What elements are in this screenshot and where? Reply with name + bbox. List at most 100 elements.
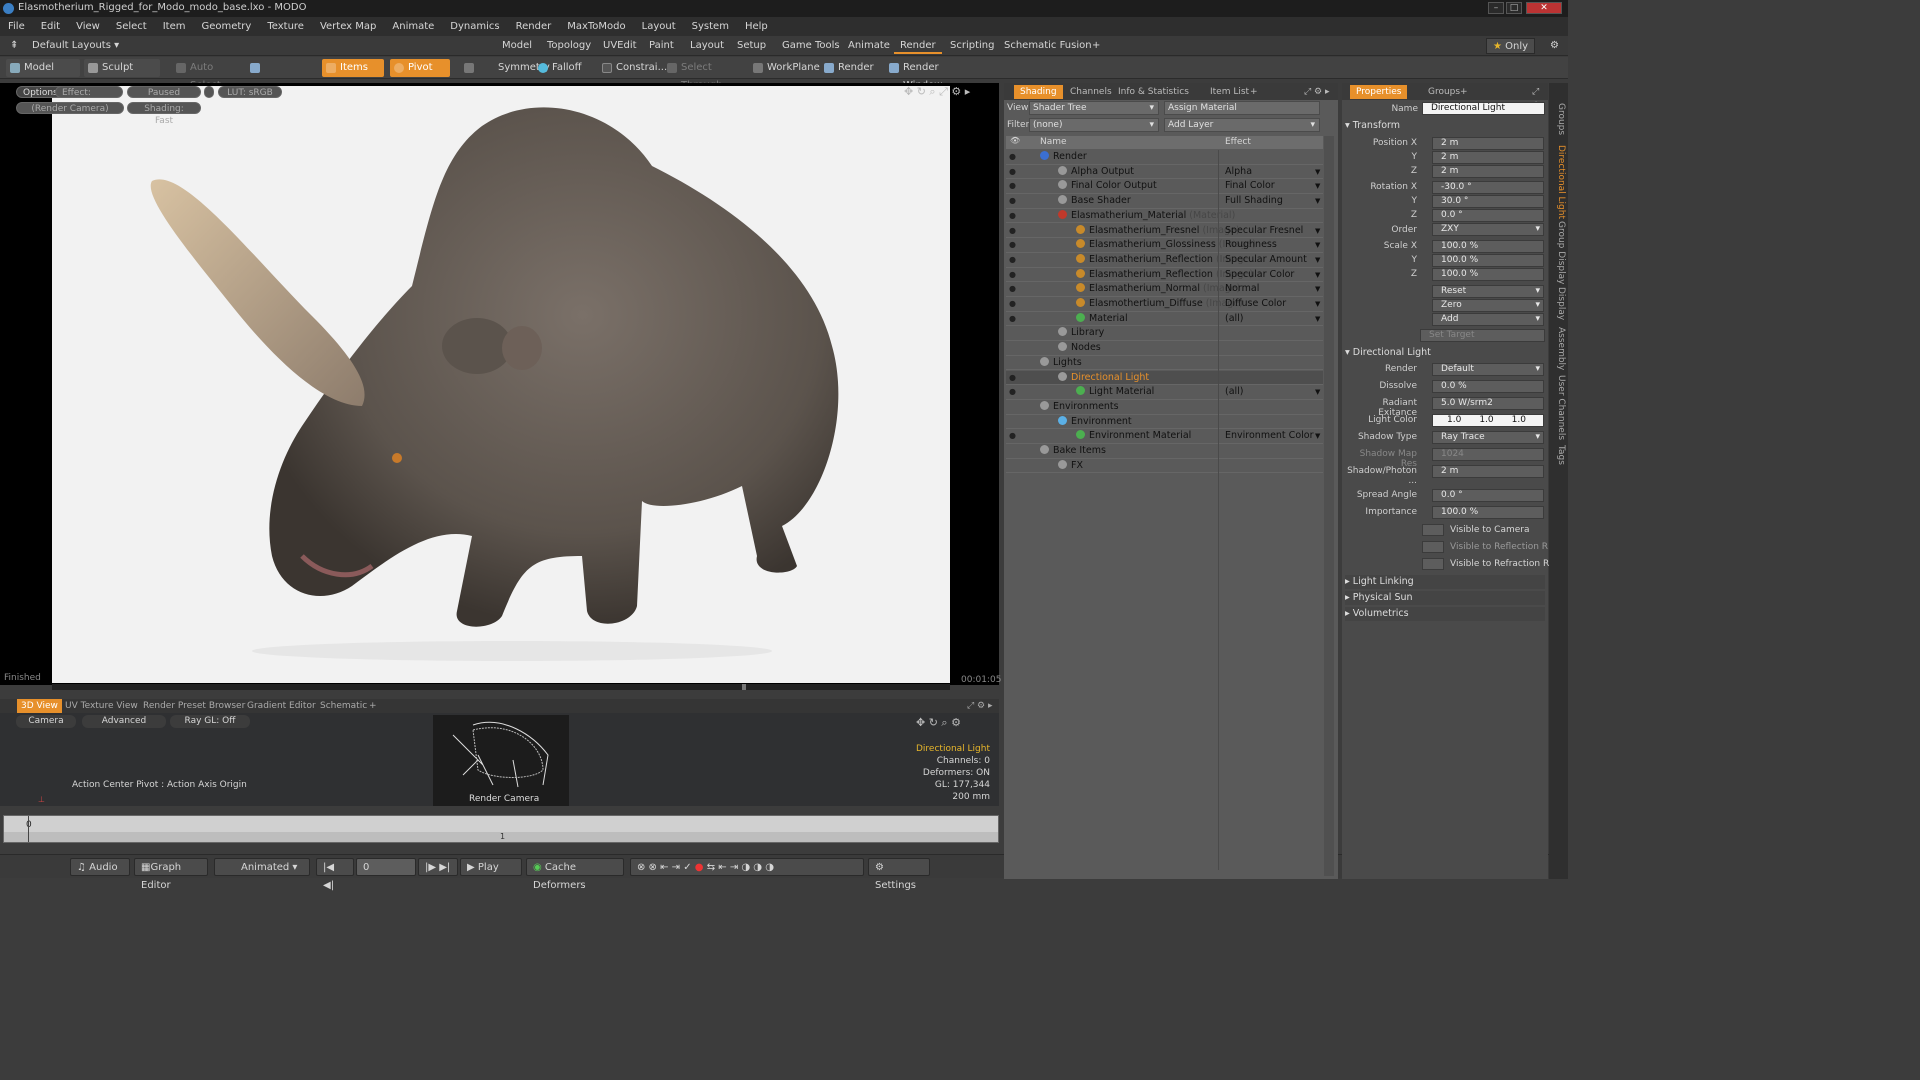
render-button[interactable]: Render [820,59,878,77]
menu-vertex-map[interactable]: Vertex Map [312,17,384,36]
directional-light-section[interactable]: ▾ Directional Light [1345,346,1545,360]
menu-animate[interactable]: Animate [384,17,442,36]
render-window-button[interactable]: Render Window [885,59,975,91]
chevron-down-icon[interactable]: ▼ [1315,385,1320,399]
add-dropdown[interactable]: Add ▾ [1432,313,1544,326]
chevron-down-icon[interactable]: ▼ [1315,179,1320,193]
reset-dropdown[interactable]: Reset ▾ [1432,285,1544,298]
light-color-field[interactable]: 1.0 1.0 1.0 [1432,414,1544,427]
layout-icon[interactable]: ⇞ [4,38,24,54]
cache-deformers-button[interactable]: ◉ Cache Deformers [526,858,624,891]
shadow-type-dropdown[interactable]: Ray Trace ▾ [1432,431,1544,444]
rotation-y-field[interactable]: 30.0 ° [1432,195,1544,208]
tree-row[interactable]: Environments [1006,400,1323,415]
panel-gear-icon[interactable]: ⤢ ⚙ [1526,85,1548,111]
gear-icon[interactable]: ⚙ [1544,38,1565,54]
menu-select[interactable]: Select [108,17,155,36]
tab-schematic[interactable]: Schematic [316,699,371,713]
tree-row-effect[interactable]: Full Shading [1225,194,1283,208]
skip-forward-buttons[interactable]: |▶ ▶| [418,858,458,876]
tab-animate[interactable]: Animate [842,38,896,54]
rotation-z-field[interactable]: 0.0 ° [1432,209,1544,222]
position-y-field[interactable]: 2 m [1432,151,1544,164]
effect-dropdown[interactable]: Effect: (Shadi... [55,86,123,98]
layout-preset-dropdown[interactable]: Default Layouts ▾ [26,38,125,54]
tree-row[interactable]: ● Directional Light [1006,370,1323,386]
set-target-button[interactable]: Set Target [1420,329,1545,342]
visibility-eye-icon[interactable] [1009,403,1021,411]
tree-row[interactable]: ● Elasmatherium_Fresnel (Image) Specular F… [1006,224,1323,239]
name-input[interactable]: Directional Light [1422,102,1545,115]
tab-properties[interactable]: Properties [1350,85,1408,99]
menu-view[interactable]: View [68,17,108,36]
key-tools[interactable]: ⊗ ⊗ ⇤ ⇥ ✓ ● ⇆ ⇤ ⇥ ◑ ◑ ◑ [630,858,864,876]
tree-row-effect[interactable]: (all) [1225,312,1244,326]
add-tab-button[interactable]: + [1086,38,1106,54]
assign-material-button[interactable]: Assign Material [1164,101,1320,115]
tab-scripting[interactable]: Scripting [944,38,1000,54]
only-button[interactable]: ★ Only [1486,38,1536,54]
tab-channels[interactable]: Channels [1064,85,1118,99]
visibility-eye-icon[interactable] [1009,462,1021,470]
close-button[interactable]: ✕ [1526,2,1562,14]
vtab-group-display[interactable]: Group Display [1551,221,1566,284]
position-x-field[interactable]: 2 m [1432,137,1544,150]
visibility-eye-icon[interactable]: ● [1009,314,1021,323]
rotation-x-field[interactable]: -30.0 ° [1432,181,1544,194]
tab-render[interactable]: Render [894,38,942,54]
tab-game-tools[interactable]: Game Tools [776,38,846,54]
vtab-tags[interactable]: Tags [1551,445,1566,465]
items-button[interactable]: Items [322,59,384,77]
menu-edit[interactable]: Edit [33,17,68,36]
timeline-track[interactable] [4,816,998,832]
menu-render[interactable]: Render [508,17,560,36]
camera-dropdown[interactable]: (Render Camera) [16,102,124,114]
chevron-down-icon[interactable]: ▼ [1315,224,1320,238]
tree-row[interactable]: ● Elasmatherium_Reflection (Image... Specu… [1006,253,1323,268]
zero-dropdown[interactable]: Zero ▾ [1432,299,1544,312]
selection-mode-icons[interactable] [246,59,318,77]
tree-row[interactable]: Library [1006,326,1323,342]
vtab-assembly[interactable]: Assembly [1551,327,1566,370]
tree-row[interactable]: ● Elasmatherium_Normal (Image) Normal ▼ [1006,282,1323,297]
workplane-button[interactable]: WorkPlane [749,59,820,77]
render-dropdown[interactable]: Default ▾ [1432,363,1544,376]
tree-row[interactable]: ● Material (all) ▼ [1006,312,1323,327]
light-linking-section[interactable]: ▸ Light Linking [1345,575,1545,589]
col-name[interactable]: Name [1040,137,1067,147]
visibility-eye-icon[interactable]: ● [1009,373,1021,382]
view-dropdown[interactable]: Shader Tree ▾ [1029,101,1159,115]
tree-row[interactable]: Nodes [1006,341,1323,356]
menu-maxtomodo[interactable]: MaxToModo [559,17,633,36]
light-color-b[interactable]: 1.0 [1512,415,1526,425]
tree-row[interactable]: ● Alpha Output Alpha ▼ [1006,165,1323,180]
minimize-button[interactable]: – [1488,2,1504,14]
vtab-directional-light[interactable]: Directional Light [1551,145,1566,219]
tree-row-effect[interactable]: Specular Color [1225,268,1294,282]
chevron-down-icon[interactable]: ▼ [1315,312,1320,326]
spread-angle-field[interactable]: 0.0 ° [1432,489,1544,502]
importance-field[interactable]: 100.0 % [1432,506,1544,519]
tab-setup[interactable]: Setup [731,38,772,54]
pivot-button[interactable]: Pivot [390,59,450,77]
chevron-down-icon[interactable]: ▼ [1315,165,1320,179]
visibility-eye-icon[interactable]: ● [1009,197,1021,205]
tab-uv-texture-view[interactable]: UV Texture View [61,699,142,713]
tree-row-effect[interactable]: Environment Color [1225,429,1313,443]
tree-row-effect[interactable]: Specular Fresnel [1225,224,1303,238]
falloff-button[interactable]: Falloff [534,59,598,77]
panel-gear-icon[interactable]: ⤢ ⚙ ▸ [1298,85,1336,99]
skip-back-buttons[interactable]: |◀ ◀| [316,858,354,891]
order-dropdown[interactable]: ZXY ▾ [1432,223,1544,236]
sculpt-button[interactable]: Sculpt [84,59,160,77]
visibility-eye-icon[interactable]: ● [1009,167,1021,176]
viewport-nav-icons[interactable]: ✥ ↻ ⌕ ⤢ ⚙ ▸ [904,85,970,99]
paused-toggle[interactable]: Paused [127,86,201,98]
tree-row-effect[interactable]: (all) [1225,385,1244,399]
scale-z-field[interactable]: 100.0 % [1432,268,1544,281]
tree-row-effect[interactable]: Diffuse Color [1225,297,1286,311]
visibility-eye-icon[interactable]: ● [1009,285,1021,293]
tree-row-effect[interactable]: Final Color [1225,179,1275,193]
tree-row[interactable]: ● Elasmatherium_Material (Material) [1006,209,1323,224]
tree-row[interactable]: Bake Items [1006,444,1323,459]
